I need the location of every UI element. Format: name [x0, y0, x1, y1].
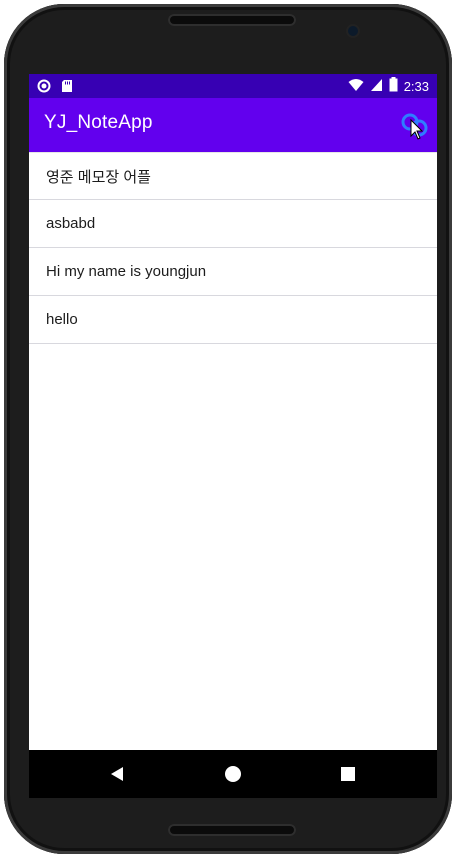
phone-frame: 2:33 YJ_NoteApp 영준 메모장 어플 asbabd Hi my n… [4, 4, 452, 854]
app-title: YJ_NoteApp [44, 112, 153, 133]
cellular-signal-icon [370, 78, 383, 96]
wifi-icon [348, 78, 364, 96]
back-icon [111, 767, 123, 781]
front-camera [348, 26, 358, 36]
note-title: Hi my name is youngjun [46, 263, 207, 280]
home-button[interactable] [203, 750, 263, 798]
list-item[interactable]: Hi my name is youngjun [29, 248, 437, 296]
sd-card-icon [61, 78, 73, 97]
bottom-speaker [168, 824, 296, 836]
app-bar: YJ_NoteApp [29, 98, 437, 152]
battery-icon [389, 77, 398, 96]
circle-notification-icon [37, 78, 51, 97]
status-time: 2:33 [403, 79, 429, 94]
link-icon [401, 113, 428, 140]
top-speaker [168, 14, 296, 26]
status-bar: 2:33 [29, 74, 437, 98]
note-title: hello [46, 311, 78, 328]
note-title: 영준 메모장 어플 [46, 168, 151, 186]
recents-icon [341, 767, 355, 781]
navigation-bar [29, 750, 437, 798]
home-icon [225, 766, 241, 782]
notes-list: 영준 메모장 어플 asbabd Hi my name is youngjun … [29, 152, 437, 750]
back-button[interactable] [88, 750, 148, 798]
note-title: asbabd [46, 215, 96, 232]
recents-button[interactable] [318, 750, 378, 798]
device-screen: 2:33 YJ_NoteApp 영준 메모장 어플 asbabd Hi my n… [29, 74, 437, 798]
link-action-button[interactable] [399, 108, 433, 142]
list-item[interactable]: asbabd [29, 200, 437, 248]
list-item[interactable]: hello [29, 296, 437, 344]
list-item[interactable]: 영준 메모장 어플 [29, 152, 437, 200]
